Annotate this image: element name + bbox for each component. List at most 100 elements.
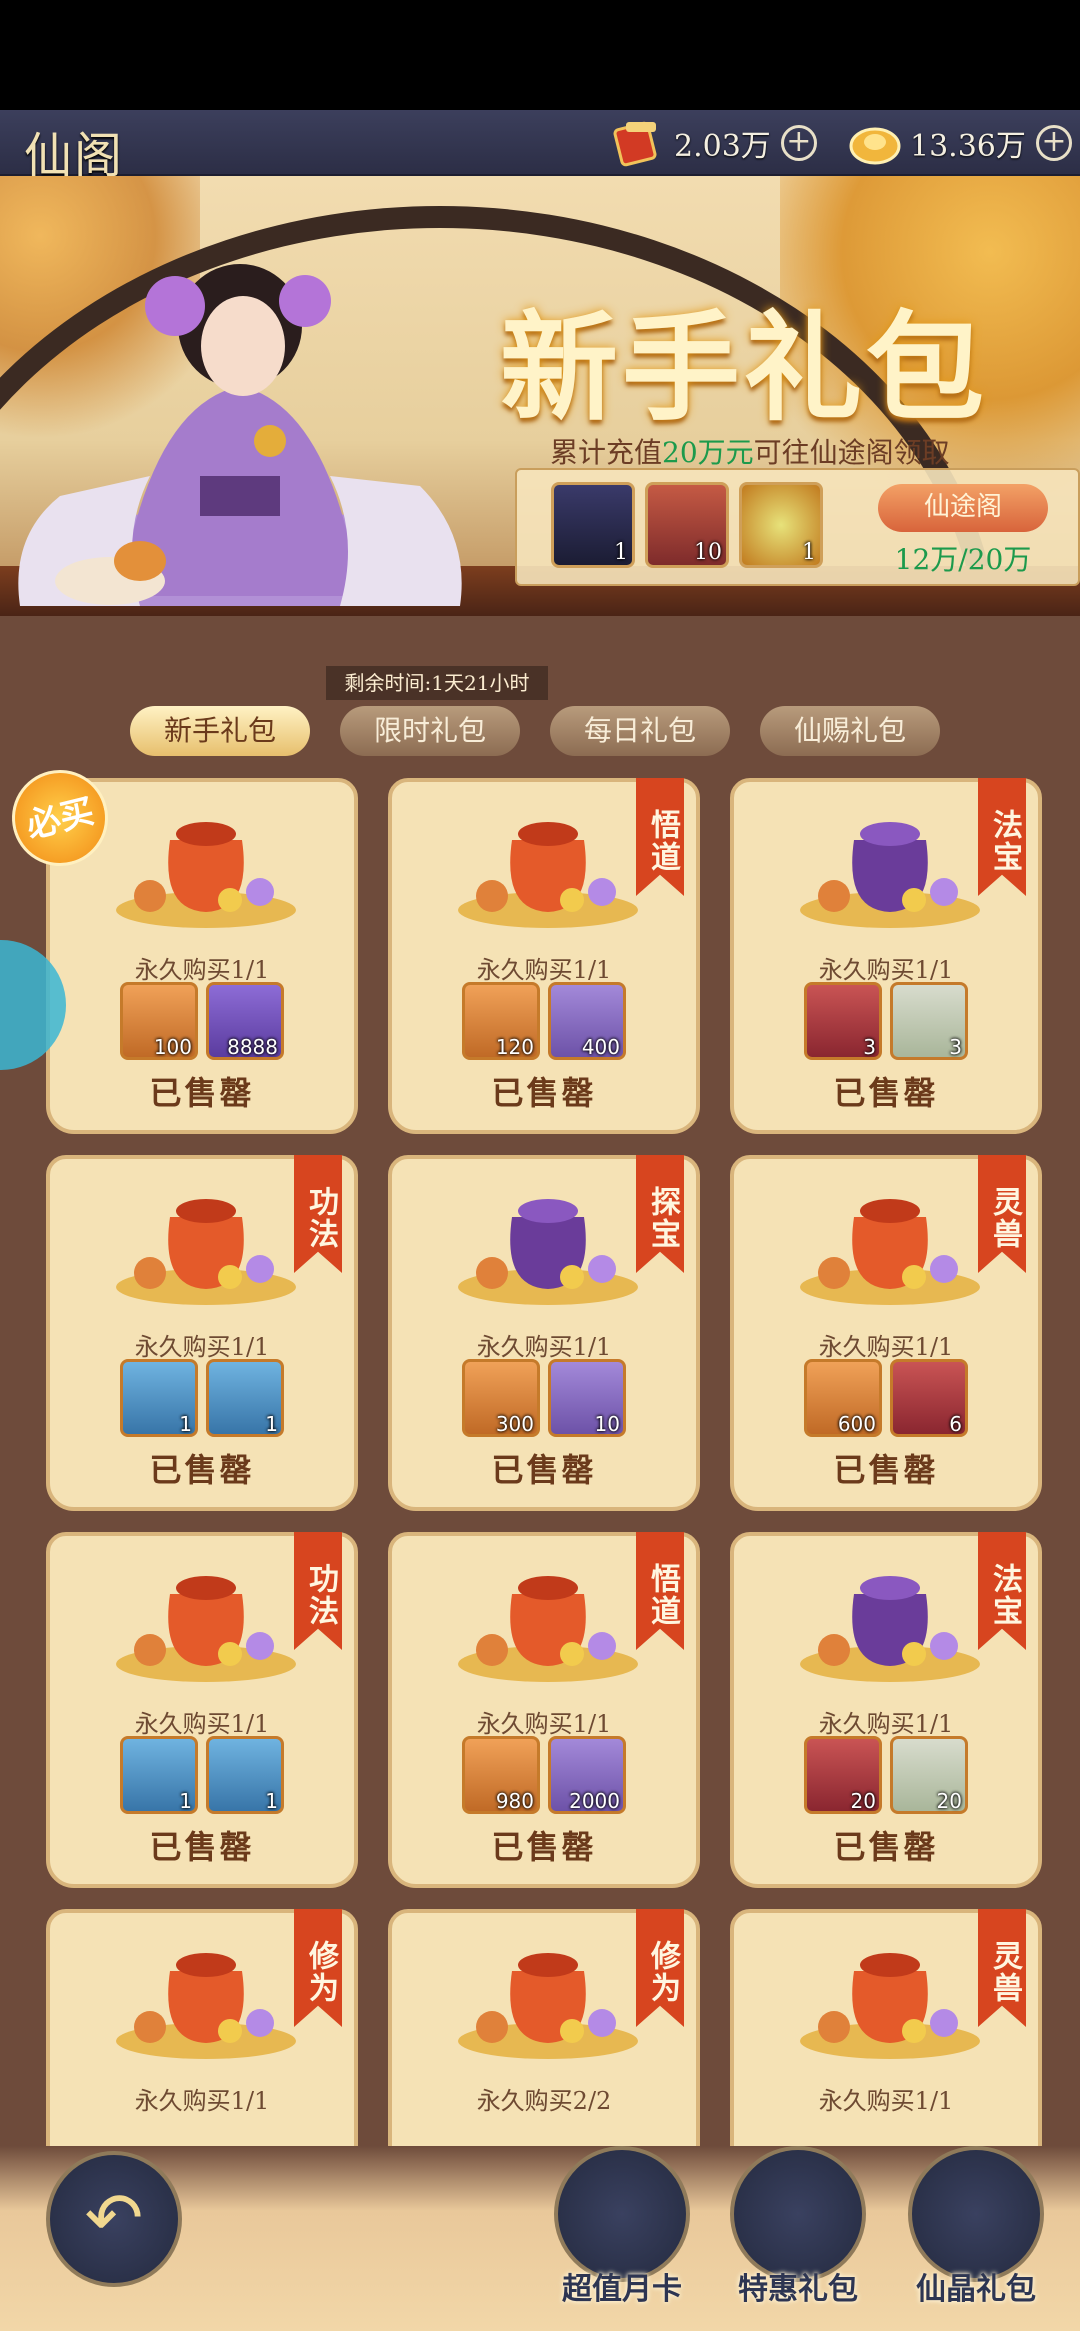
purchase-limit: 永久购买1/1 [476,1710,612,1738]
red-talisman-icon[interactable]: 20 [804,1736,882,1814]
purchase-limit: 永久购买1/1 [134,956,270,984]
item-count: 3 [863,1035,876,1059]
sapphire-gem-icon[interactable]: 8888 [206,982,284,1060]
gift-bag-icon [800,1953,980,2059]
tab-newbie-gift[interactable]: 新手礼包 [130,706,310,756]
red-coupon-icon [612,118,666,168]
blue-crystal-swirl-icon[interactable]: 100 [120,982,198,1060]
golden-manual-icon[interactable]: 1 [120,1359,198,1437]
category-ribbon: 功法 [294,1155,342,1273]
item-count: 120 [495,1035,534,1059]
reward-items: 11 [50,1359,354,1437]
nav-crystal-gift[interactable]: 仙晶礼包 [906,2146,1046,2326]
red-talisman-icon[interactable]: 3 [804,982,882,1060]
gift-card[interactable]: 悟道 永久购买1/1 120 400 已售罄 [388,778,700,1134]
dark-warrior-portrait-icon[interactable]: 1 [551,482,635,568]
green-manual-icon[interactable]: 1 [206,1359,284,1437]
xiantuge-button[interactable]: 仙途阁 [878,484,1048,532]
banner-subtitle: 累计充值20万元可往仙途阁领取 [550,436,950,469]
purchase-limit: 永久购买1/1 [476,956,612,984]
item-count: 100 [153,1035,192,1059]
blue-crystal-swirl-icon[interactable]: 980 [462,1736,540,1814]
currency-gold: 13.36万 + [848,120,1072,166]
item-count: 3 [949,1035,962,1059]
gift-card[interactable]: 功法 永久购买1/1 1 1 已售罄 [46,1532,358,1888]
purchase-limit: 永久购买1/1 [134,1333,270,1361]
status-bar [0,0,1080,110]
tab-daily-gift[interactable]: 每日礼包 [550,706,730,756]
gift-bag-icon [458,822,638,928]
back-arrow-icon: ↶ [84,2177,144,2259]
jade-coin-icon[interactable]: 1 [739,482,823,568]
red-manual-icon[interactable]: 1 [206,1736,284,1814]
category-ribbon: 功法 [294,1532,342,1650]
gift-card[interactable]: 法宝 永久购买1/1 20 20 已售罄 [730,1532,1042,1888]
purchase-limit: 永久购买2/2 [476,2087,612,2115]
reward-items: 980 2000 [392,1736,696,1814]
category-ribbon: 灵兽 [978,1155,1026,1273]
tab-limited-gift[interactable]: 限时礼包 [340,706,520,756]
gift-tabs: 新手礼包 限时礼包 每日礼包 仙赐礼包 [130,706,940,756]
category-ribbon: 法宝 [978,1532,1026,1650]
green-ginseng-icon[interactable]: 10 [548,1359,626,1437]
nav-label: 特惠礼包 [738,2272,858,2307]
gift-card[interactable]: 法宝 永久购买1/1 3 3 已售罄 [730,778,1042,1134]
item-count: 600 [837,1412,876,1436]
sold-out-label: 已售罄 [491,1451,597,1489]
gift-card[interactable]: 功法 永久购买1/1 1 1 已售罄 [46,1155,358,1511]
bottom-nav: ↶ 超值月卡 特惠礼包 仙晶礼包 [0,2146,1080,2331]
add-coupon-button[interactable]: + [780,125,817,161]
category-ribbon: 探宝 [636,1155,684,1273]
tab-immortal-gift[interactable]: 仙赐礼包 [760,706,940,756]
currency-coupon: 2.03万 + [612,118,817,168]
category-ribbon: 法宝 [978,778,1026,896]
jade-crown-icon[interactable]: 20 [890,1736,968,1814]
sold-out-label: 已售罄 [491,1828,597,1866]
nav-special-gift[interactable]: 特惠礼包 [728,2146,868,2326]
blue-crystal-swirl-icon[interactable]: 120 [462,982,540,1060]
blue-crystal-swirl-icon[interactable]: 600 [804,1359,882,1437]
purchase-limit: 永久购买1/1 [818,1710,954,1738]
item-count: 1 [179,1789,192,1813]
fox-portrait-icon[interactable]: 10 [645,482,729,568]
nav-label: 仙晶礼包 [916,2272,1036,2307]
gift-card[interactable]: 探宝 永久购买1/1 300 10 已售罄 [388,1155,700,1511]
blue-manual-icon[interactable]: 1 [120,1736,198,1814]
nav-month-card[interactable]: 超值月卡 [552,2146,692,2326]
category-ribbon: 灵兽 [978,1909,1026,2027]
scroll-stack-icon[interactable]: 2000 [548,1736,626,1814]
gift-card[interactable]: 修为永久购买2/2 [388,1909,700,2159]
item-count: 6 [949,1412,962,1436]
gift-card[interactable]: 悟道 永久购买1/1 980 2000 已售罄 [388,1532,700,1888]
item-count: 20 [850,1789,876,1813]
purchase-limit: 永久购买1/1 [134,1710,270,1738]
gift-card[interactable]: 灵兽 永久购买1/1 600 6 已售罄 [730,1155,1042,1511]
gift-card[interactable]: 修为 永久购买1/1 [46,1909,358,2159]
jade-crown-icon[interactable]: 3 [890,982,968,1060]
item-count: 980 [495,1789,534,1813]
reward-items: 600 6 [734,1359,1038,1437]
heroine-illustration [18,264,462,606]
nav-label: 超值月卡 [562,2272,682,2307]
item-count: 1 [265,1412,278,1436]
sold-out-label: 已售罄 [491,1074,597,1112]
remaining-time: 剩余时间:1天21小时 [326,666,548,700]
reward-items: 120 400 [392,982,696,1060]
gift-card[interactable]: 灵兽 永久购买1/1 [730,1909,1042,2159]
gift-bag-icon [116,822,296,928]
reward-items: 20 20 [734,1736,1038,1814]
item-count: 10 [594,1412,620,1436]
treasure-chest-icon [908,2146,1044,2282]
reward-items: 100 8888 [50,982,354,1060]
blue-crystal-swirl-icon[interactable]: 300 [462,1359,540,1437]
spirit-egg-icon[interactable]: 6 [890,1359,968,1437]
add-gold-button[interactable]: + [1035,125,1072,161]
sold-out-label: 已售罄 [149,1451,255,1489]
back-button[interactable]: ↶ [46,2151,182,2287]
recharge-amount-highlight: 20万元 [662,436,754,469]
item-count: 20 [936,1789,962,1813]
scroll-stack-icon[interactable]: 400 [548,982,626,1060]
gift-bag-icon [730,2146,866,2282]
category-ribbon: 修为 [636,1909,684,2027]
sold-out-label: 已售罄 [833,1074,939,1112]
